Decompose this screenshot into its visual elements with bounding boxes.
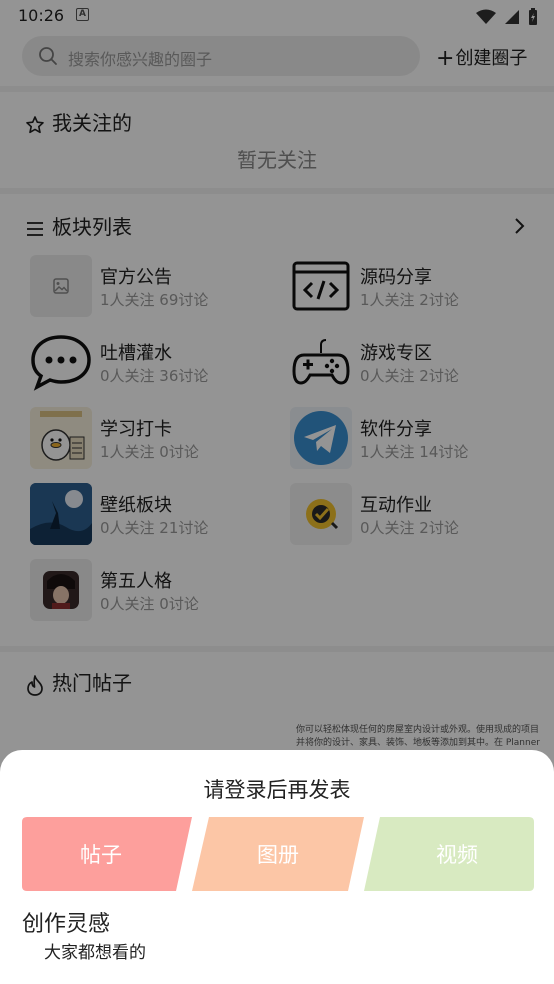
- video-button[interactable]: 视频: [364, 817, 534, 891]
- post-button[interactable]: 帖子: [22, 817, 192, 891]
- inspiration-subtitle: 大家都想看的: [44, 943, 146, 963]
- video-button-label: 视频: [436, 843, 478, 867]
- post-button-label: 帖子: [80, 843, 122, 867]
- publish-sheet: 请登录后再发表 帖子 图册 视频 创作灵感 大家都想看的: [0, 750, 554, 984]
- sheet-title: 请登录后再发表: [203, 778, 351, 802]
- inspiration-title: 创作灵感: [22, 912, 111, 937]
- album-button-label: 图册: [257, 843, 299, 867]
- album-button[interactable]: 图册: [192, 817, 364, 891]
